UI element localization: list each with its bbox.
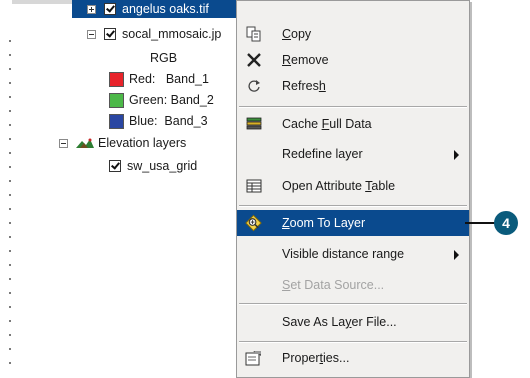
band-label: Blue: Band_3 (129, 114, 208, 128)
menu-separator (239, 205, 467, 207)
band-label: Red: Band_1 (129, 72, 209, 86)
legend-band-blue: Blue: Band_3 (109, 112, 208, 130)
callout-leader-line (465, 222, 495, 224)
menu-label: Visible distance range (282, 247, 405, 261)
submenu-arrow-icon (454, 250, 459, 260)
menu-item-zoom-to-layer[interactable]: Zoom To Layer (237, 210, 469, 236)
menu-separator (239, 341, 467, 343)
menu-label: Cache Full Data (282, 117, 372, 131)
menu-item-open-attribute-table[interactable]: Open Attribute Table (237, 173, 469, 199)
step-callout-badge: 4 (494, 211, 518, 235)
menu-label: Copy (282, 27, 312, 41)
menu-item-refresh[interactable]: Refresh (237, 73, 469, 99)
zoom-to-layer-icon (245, 214, 262, 232)
layer-visibility-checkbox[interactable] (104, 28, 116, 40)
layer-visibility-checkbox[interactable] (109, 160, 121, 172)
properties-icon (245, 350, 262, 366)
layer-row-socal-mosaic[interactable]: socal_mmosaic.jp (87, 25, 221, 43)
menu-separator (239, 106, 467, 108)
legend-band-red: Red: Band_1 (109, 70, 209, 88)
menu-item-save-as-layer-file[interactable]: Save As Layer File... (237, 309, 469, 335)
layer-visibility-checkbox[interactable] (104, 3, 116, 15)
collapse-minus-icon[interactable] (59, 138, 68, 148)
menu-item-set-data-source: Set Data Source... (237, 272, 469, 298)
menu-item-properties[interactable]: Properties... (237, 345, 469, 371)
menu-label: Refresh (282, 79, 326, 93)
menu-label: Properties... (282, 351, 350, 365)
menu-label: Set Data Source... (282, 278, 385, 292)
legend-band-green: Green: Band_2 (109, 91, 214, 109)
layer-context-menu: Copy Remove Refresh Cache Full Data Rede… (236, 0, 470, 378)
layer-name[interactable]: angelus oaks.tif (122, 2, 209, 16)
menu-item-copy[interactable]: Copy (237, 21, 469, 47)
layer-row-angelus-oaks[interactable]: angelus oaks.tif (87, 0, 209, 18)
menu-label: Redefine layer (282, 147, 363, 161)
submenu-arrow-icon (454, 150, 459, 160)
menu-item-redefine-layer[interactable]: Redefine layer (237, 141, 469, 167)
menu-label: Open Attribute Table (282, 179, 396, 193)
rgb-label: RGB (150, 51, 178, 65)
table-icon (245, 178, 262, 194)
remove-x-icon (245, 52, 262, 68)
menu-item-remove[interactable]: Remove (237, 47, 469, 73)
layer-row-sw-usa-grid[interactable]: sw_usa_grid (109, 157, 197, 175)
layer-name[interactable]: sw_usa_grid (127, 159, 197, 173)
green-swatch (109, 92, 124, 108)
copy-icon (245, 26, 262, 42)
dotted-border (9, 40, 11, 370)
menu-separator (239, 303, 467, 305)
menu-item-cache-full-data[interactable]: Cache Full Data (237, 111, 469, 137)
red-swatch (109, 71, 124, 87)
expand-plus-icon[interactable] (87, 4, 96, 14)
group-layer-icon (76, 138, 94, 148)
rgb-legend-heading: RGB (150, 49, 177, 67)
blue-swatch (109, 113, 124, 129)
menu-item-visible-distance-range[interactable]: Visible distance range (237, 241, 469, 267)
menu-label: Remove (282, 53, 329, 67)
menu-label: Zoom To Layer (282, 216, 366, 230)
group-name[interactable]: Elevation layers (98, 136, 186, 150)
group-row-elevation[interactable]: Elevation layers (59, 134, 186, 152)
refresh-icon (245, 78, 262, 94)
band-label: Green: Band_2 (129, 93, 214, 107)
layer-name[interactable]: socal_mmosaic.jp (122, 27, 221, 41)
menu-label: Save As Layer File... (282, 315, 397, 329)
cache-stack-icon (245, 116, 262, 132)
collapse-minus-icon[interactable] (87, 29, 96, 39)
